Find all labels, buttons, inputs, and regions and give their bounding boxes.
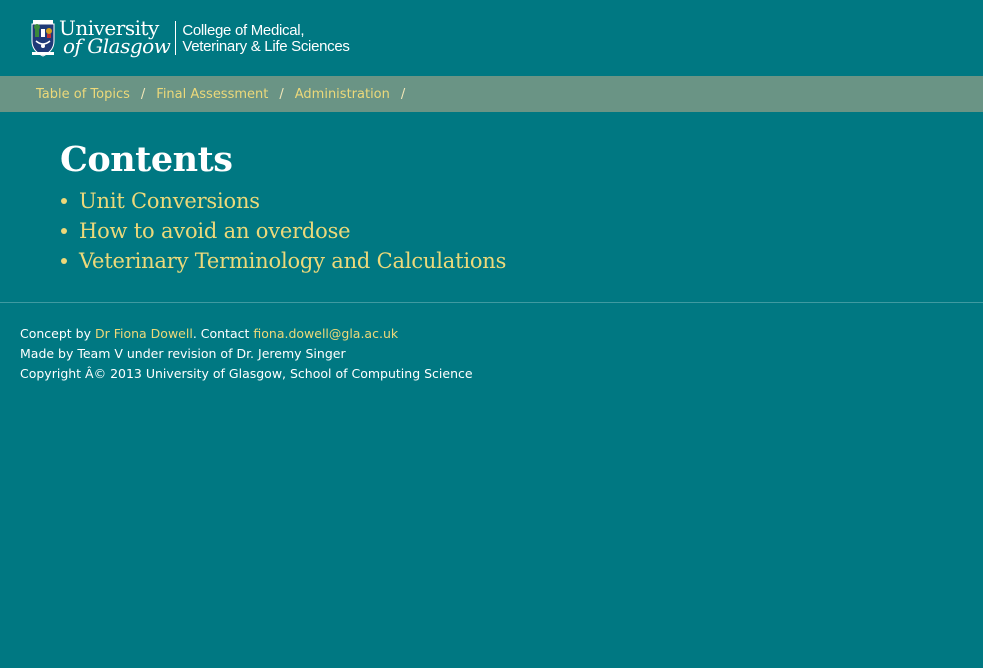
footer-divider: [0, 302, 983, 303]
university-logo[interactable]: University of Glasgow College of Medical…: [30, 18, 350, 58]
topic-link-avoid-overdose[interactable]: How to avoid an overdose: [79, 219, 351, 243]
college-name-line2: Veterinary & Life Sciences: [182, 38, 350, 55]
concept-author-link[interactable]: Dr Fiona Dowell: [95, 326, 193, 341]
topic-link-veterinary-terminology[interactable]: Veterinary Terminology and Calculations: [79, 249, 506, 273]
bullet-icon: [61, 258, 67, 264]
page-footer: Concept by Dr Fiona Dowell. Contact fion…: [20, 324, 473, 384]
list-item: How to avoid an overdose: [60, 216, 940, 246]
logo-divider: [175, 21, 177, 55]
breadcrumb: Table of Topics / Final Assessment / Adm…: [36, 76, 416, 112]
page-header: University of Glasgow College of Medical…: [0, 0, 983, 76]
footer-copyright: Copyright Â© 2013 University of Glasgow,…: [20, 366, 473, 381]
main-content: Contents Unit Conversions How to avoid a…: [60, 138, 940, 276]
breadcrumb-link-final-assessment[interactable]: Final Assessment: [156, 87, 268, 102]
breadcrumb-link-administration[interactable]: Administration: [295, 87, 390, 102]
topic-link-unit-conversions[interactable]: Unit Conversions: [79, 189, 260, 213]
university-name: University of Glasgow: [59, 18, 171, 58]
topic-list: Unit Conversions How to avoid an overdos…: [60, 186, 940, 276]
concept-prefix: Concept by: [20, 326, 95, 341]
contact-email-link[interactable]: fiona.dowell@gla.ac.uk: [253, 326, 398, 341]
breadcrumb-bar: Table of Topics / Final Assessment / Adm…: [0, 76, 983, 112]
footer-concept-line: Concept by Dr Fiona Dowell. Contact fion…: [20, 324, 473, 344]
page-title: Contents: [60, 139, 233, 180]
university-crest-icon: [31, 20, 55, 57]
footer-made-by: Made by Team V under revision of Dr. Jer…: [20, 346, 346, 361]
college-name: College of Medical, Veterinary & Life Sc…: [182, 22, 350, 55]
college-name-line1: College of Medical,: [182, 22, 305, 39]
breadcrumb-separator: /: [279, 86, 284, 102]
breadcrumb-link-table-of-topics[interactable]: Table of Topics: [36, 87, 130, 102]
list-item: Unit Conversions: [60, 186, 940, 216]
university-name-line2: of Glasgow: [63, 34, 171, 58]
bullet-icon: [61, 198, 67, 204]
contact-prefix: . Contact: [192, 326, 254, 341]
bullet-icon: [61, 228, 67, 234]
breadcrumb-separator: /: [140, 86, 146, 102]
breadcrumb-separator: /: [400, 86, 406, 102]
list-item: Veterinary Terminology and Calculations: [60, 246, 940, 276]
